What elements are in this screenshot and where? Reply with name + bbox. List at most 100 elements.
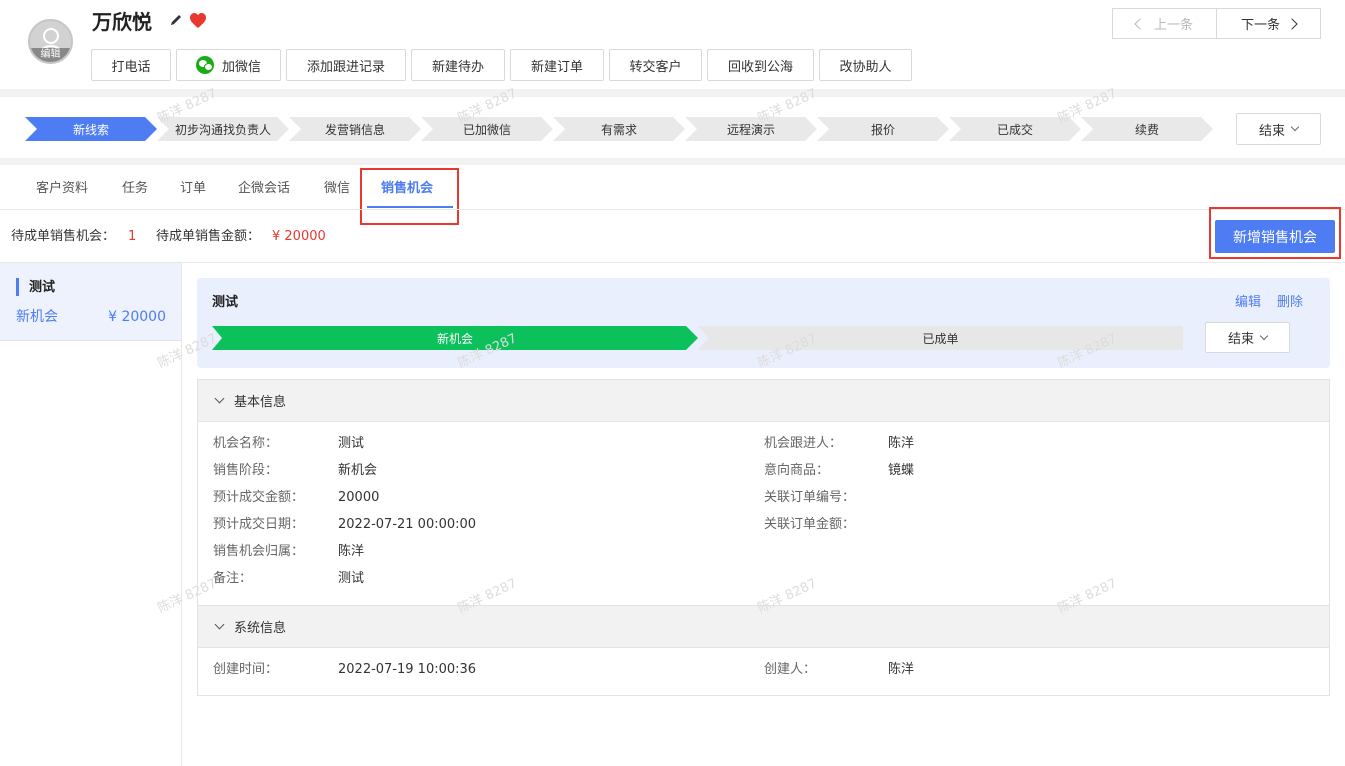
chevron-down-icon bbox=[214, 393, 225, 403]
stage-step[interactable]: 已加微信 bbox=[421, 117, 553, 141]
add-wechat-button[interactable]: 加微信 bbox=[176, 49, 281, 81]
stage-step[interactable]: 发营销信息 bbox=[289, 117, 421, 141]
field-value: 2022-07-21 00:00:00 bbox=[338, 517, 477, 532]
opportunity-title: 测试 bbox=[29, 280, 56, 295]
progress-label: 已成单 bbox=[922, 331, 959, 346]
avatar[interactable]: 编辑 bbox=[28, 19, 73, 64]
edit-link[interactable]: 编辑 bbox=[1235, 294, 1261, 312]
add-wechat-label: 加微信 bbox=[221, 59, 261, 75]
stage-step[interactable]: 有需求 bbox=[553, 117, 685, 141]
tab-customer-info[interactable]: 客户资料 bbox=[36, 179, 88, 199]
recycle-to-pool-label: 回收到公海 bbox=[727, 59, 793, 75]
pending-amount-label: 待成单销售金额： bbox=[156, 229, 261, 244]
transfer-customer-button[interactable]: 转交客户 bbox=[609, 49, 702, 81]
field-value: 测试 bbox=[338, 571, 365, 586]
new-order-button[interactable]: 新建订单 bbox=[510, 49, 604, 81]
stage-label: 已成交 bbox=[996, 122, 1033, 137]
wechat-icon bbox=[195, 56, 214, 74]
field-label: 关联订单金额： bbox=[764, 517, 856, 532]
field-label: 创建人： bbox=[764, 662, 817, 677]
divider-band bbox=[0, 158, 1345, 165]
new-order-label: 新建订单 bbox=[530, 59, 583, 75]
stage-label: 初步沟通找负责人 bbox=[174, 122, 271, 137]
pencil-icon[interactable] bbox=[168, 12, 184, 28]
field-value: 2022-07-19 10:00:36 bbox=[338, 662, 477, 677]
call-button[interactable]: 打电话 bbox=[91, 49, 171, 81]
detail-end-label: 结束 bbox=[1227, 332, 1254, 347]
tab-tasks[interactable]: 任务 bbox=[122, 179, 148, 199]
tab-wecom-chat[interactable]: 企微会话 bbox=[238, 179, 290, 199]
opportunity-amount: ¥ 20000 bbox=[108, 309, 166, 325]
opportunity-stage: 新机会 bbox=[16, 309, 58, 325]
stage-step[interactable]: 新线索 bbox=[25, 117, 157, 141]
field-label: 预计成交日期： bbox=[213, 517, 305, 532]
field-value: 20000 bbox=[338, 490, 380, 505]
field-value: 测试 bbox=[338, 436, 365, 451]
add-follow-record-button[interactable]: 添加跟进记录 bbox=[286, 49, 406, 81]
stage-label: 新线索 bbox=[72, 122, 109, 137]
stage-label: 有需求 bbox=[600, 122, 637, 137]
avatar-edit-caption[interactable]: 编辑 bbox=[30, 48, 71, 62]
change-assistant-button[interactable]: 改协助人 bbox=[819, 49, 912, 81]
stage-end-dropdown[interactable]: 结束 bbox=[1236, 113, 1321, 145]
detail-end-dropdown[interactable]: 结束 bbox=[1205, 322, 1290, 353]
stage-label: 发营销信息 bbox=[324, 122, 385, 137]
active-item-marker bbox=[16, 278, 19, 296]
new-todo-button[interactable]: 新建待办 bbox=[411, 49, 505, 81]
chevron-down-icon bbox=[214, 619, 225, 629]
chevron-down-icon bbox=[1290, 122, 1300, 132]
stage-label: 已加微信 bbox=[462, 122, 511, 137]
change-assistant-label: 改协助人 bbox=[839, 59, 892, 75]
stage-label: 报价 bbox=[870, 122, 895, 137]
divider bbox=[0, 209, 1345, 210]
section-title: 基本信息 bbox=[234, 395, 287, 410]
progress-label: 新机会 bbox=[436, 331, 473, 346]
stage-step[interactable]: 远程演示 bbox=[685, 117, 817, 141]
progress-step-new[interactable]: 新机会 bbox=[212, 326, 698, 350]
highlight-box bbox=[360, 168, 459, 225]
field-label: 意向商品： bbox=[764, 463, 830, 478]
stage-step[interactable]: 初步沟通找负责人 bbox=[157, 117, 289, 141]
next-record-button[interactable]: 下一条 bbox=[1216, 8, 1321, 39]
tab-wechat[interactable]: 微信 bbox=[324, 179, 350, 199]
heart-icon[interactable] bbox=[189, 12, 207, 29]
pending-count-value: 1 bbox=[128, 229, 137, 244]
next-label: 下一条 bbox=[1240, 18, 1280, 33]
section-title: 系统信息 bbox=[234, 621, 287, 636]
add-follow-record-label: 添加跟进记录 bbox=[306, 59, 385, 75]
prev-record-button[interactable]: 上一条 bbox=[1112, 8, 1217, 39]
pending-amount-value: ¥ 20000 bbox=[272, 229, 326, 244]
field-value: 镜蝶 bbox=[888, 463, 915, 478]
basic-info-header[interactable]: 基本信息 bbox=[197, 379, 1330, 422]
list-item[interactable]: 测试 新机会 ¥ 20000 bbox=[0, 263, 181, 341]
divider bbox=[0, 262, 1345, 263]
pending-count-label: 待成单销售机会： bbox=[11, 229, 116, 244]
field-label: 预计成交金额： bbox=[213, 490, 305, 505]
field-label: 机会跟进人： bbox=[764, 436, 843, 451]
field-label: 销售阶段： bbox=[213, 463, 279, 478]
field-label: 创建时间： bbox=[213, 662, 279, 677]
delete-link[interactable]: 删除 bbox=[1277, 294, 1303, 312]
stage-step[interactable]: 报价 bbox=[817, 117, 949, 141]
stage-end-label: 结束 bbox=[1258, 123, 1285, 139]
chevron-down-icon bbox=[1259, 331, 1269, 340]
stage-step[interactable]: 续费 bbox=[1081, 117, 1213, 141]
field-value: 新机会 bbox=[338, 463, 378, 478]
prev-label: 上一条 bbox=[1153, 18, 1193, 33]
highlight-box bbox=[1209, 207, 1341, 259]
field-label: 关联订单编号： bbox=[764, 490, 856, 505]
field-value: 陈洋 bbox=[338, 544, 365, 559]
field-label: 机会名称： bbox=[213, 436, 279, 451]
tab-orders[interactable]: 订单 bbox=[180, 179, 206, 199]
chevron-right-icon bbox=[1286, 17, 1298, 30]
stage-label: 续费 bbox=[1134, 122, 1159, 137]
field-label: 备注： bbox=[213, 571, 253, 586]
new-todo-label: 新建待办 bbox=[431, 59, 484, 75]
call-label: 打电话 bbox=[111, 59, 151, 75]
customer-name: 万欣悦 bbox=[92, 10, 152, 34]
transfer-customer-label: 转交客户 bbox=[629, 59, 682, 75]
field-value: 陈洋 bbox=[888, 436, 915, 451]
detail-title: 测试 bbox=[212, 295, 239, 310]
recycle-to-pool-button[interactable]: 回收到公海 bbox=[707, 49, 814, 81]
field-label: 销售机会归属： bbox=[213, 544, 305, 559]
